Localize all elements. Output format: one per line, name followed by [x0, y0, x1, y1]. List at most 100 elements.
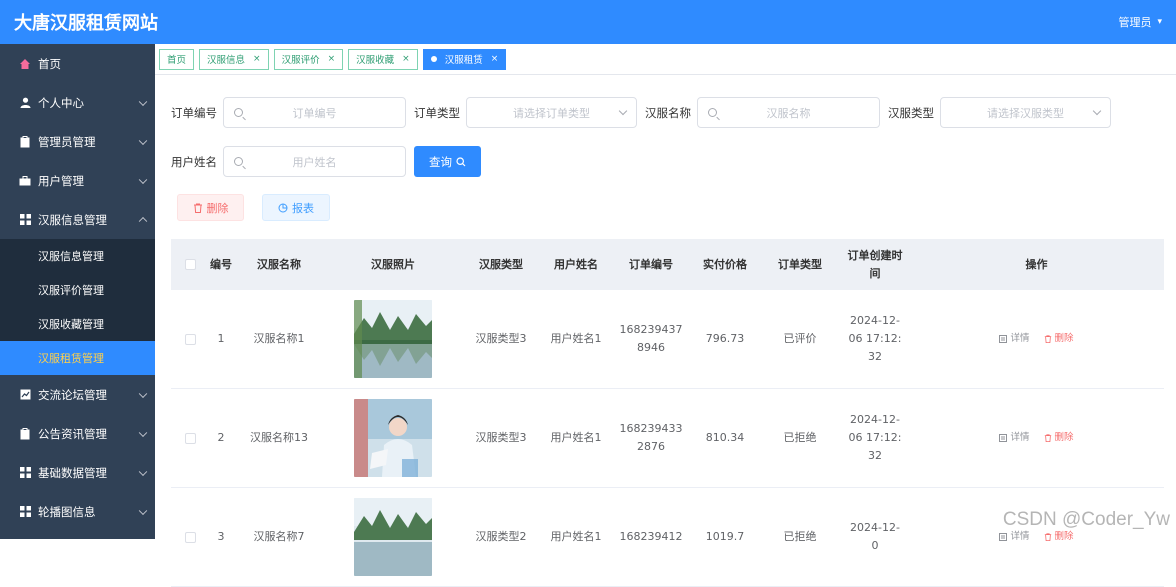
hanfu-name-label: 汉服名称	[645, 105, 691, 121]
delete-label: 删除	[1055, 429, 1074, 447]
cell-operations: 详情 删除	[909, 429, 1164, 447]
document-icon	[999, 533, 1007, 541]
chevron-down-icon	[139, 136, 147, 144]
sidebar-item-label: 基础数据管理	[38, 465, 107, 481]
chevron-down-icon	[139, 175, 147, 183]
cell-price: 796.73	[691, 330, 759, 348]
cell-photo	[325, 498, 461, 576]
tab-hanfu-info[interactable]: 汉服信息 ×	[199, 49, 269, 70]
sidebar-item-hanfu-info[interactable]: 汉服信息管理	[0, 200, 155, 239]
sidebar-item-label: 汉服信息管理	[38, 212, 107, 228]
row-checkbox[interactable]	[171, 334, 209, 345]
close-icon[interactable]: ×	[402, 54, 410, 64]
chevron-down-icon	[619, 107, 627, 115]
order-no-input[interactable]: 订单编号	[223, 97, 406, 128]
sidebar-item-forum[interactable]: 交流论坛管理	[0, 375, 155, 414]
delete-label: 删除	[1055, 330, 1074, 348]
sidebar-item-label: 首页	[38, 56, 61, 72]
search-icon	[708, 108, 717, 117]
cell-user: 用户姓名1	[541, 330, 611, 348]
chevron-up-icon	[139, 216, 147, 224]
user-menu[interactable]: 管理员 ▾	[1118, 14, 1162, 30]
close-icon[interactable]: ×	[491, 54, 499, 64]
home-icon	[18, 57, 32, 71]
delete-button[interactable]: 删除	[177, 194, 244, 221]
user-name-input[interactable]: 用户姓名	[223, 146, 406, 177]
tab-label: 汉服评价	[282, 52, 320, 66]
search-row-2: 用户姓名 用户姓名 查询	[171, 146, 481, 177]
site-title: 大唐汉服租赁网站	[14, 9, 158, 35]
query-label: 查询	[429, 154, 452, 170]
briefcase-icon	[18, 174, 32, 188]
sidebar-item-label: 个人中心	[38, 95, 84, 111]
select-all-checkbox[interactable]	[171, 259, 209, 270]
hanfu-type-label: 汉服类型	[888, 105, 934, 121]
search-row-1: 订单编号 订单编号 订单类型 请选择订单类型 汉服名称 汉服名称 汉服类型 请选…	[171, 97, 1111, 128]
active-dot-icon	[431, 56, 437, 62]
sidebar-subitem-hanfu-info[interactable]: 汉服信息管理	[0, 239, 155, 273]
cell-order-type: 已评价	[759, 330, 841, 348]
tab-home[interactable]: 首页	[159, 49, 194, 70]
tab-hanfu-review[interactable]: 汉服评价 ×	[274, 49, 344, 70]
detail-button[interactable]: 详情	[999, 330, 1029, 348]
cell-order-type: 已拒绝	[759, 429, 841, 447]
sidebar-subitem-hanfu-favorite[interactable]: 汉服收藏管理	[0, 307, 155, 341]
sidebar-item-notice[interactable]: 公告资讯管理	[0, 414, 155, 453]
chart-icon	[18, 388, 32, 402]
main-content: 订单编号 订单编号 订单类型 请选择订单类型 汉服名称 汉服名称 汉服类型 请选…	[155, 76, 1176, 539]
cell-name: 汉服名称1	[233, 330, 325, 348]
landscape-photo	[354, 498, 432, 576]
row-checkbox[interactable]	[171, 532, 209, 543]
sidebar-item-carousel[interactable]: 轮播图信息	[0, 492, 155, 531]
order-no-label: 订单编号	[171, 105, 217, 121]
document-icon	[999, 335, 1007, 343]
cell-order-no: 168239412	[611, 528, 691, 546]
sidebar-item-profile[interactable]: 个人中心	[0, 83, 155, 122]
order-type-select[interactable]: 请选择订单类型	[466, 97, 637, 128]
table-row: 3 汉服名称7 汉服类型2 用户姓名1 168239412 1019.7 已拒绝…	[171, 488, 1164, 587]
hanfu-name-input[interactable]: 汉服名称	[697, 97, 880, 128]
chevron-down-icon	[139, 97, 147, 105]
sidebar-item-label: 管理员管理	[38, 134, 96, 150]
cell-id: 2	[209, 429, 233, 447]
cell-created: 2024-12-0	[841, 519, 909, 555]
sidebar: 首页 个人中心 管理员管理 用户管理 汉服信息管理 汉服信息管理 汉服评价管理 …	[0, 44, 155, 539]
trash-icon	[1044, 533, 1052, 541]
trash-icon	[193, 203, 203, 213]
sidebar-subitem-hanfu-review[interactable]: 汉服评价管理	[0, 273, 155, 307]
detail-button[interactable]: 详情	[999, 429, 1029, 447]
cell-created: 2024-12-06 17:12:32	[841, 411, 909, 465]
column-header: 订单编号	[611, 256, 691, 274]
column-header: 操作	[909, 256, 1164, 274]
sidebar-item-users[interactable]: 用户管理	[0, 161, 155, 200]
sidebar-subitem-hanfu-rental[interactable]: 汉服租赁管理	[0, 341, 155, 375]
sidebar-item-home[interactable]: 首页	[0, 44, 155, 83]
column-header: 订单创建时间	[841, 247, 909, 283]
report-button[interactable]: 报表	[262, 194, 330, 221]
tab-hanfu-favorite[interactable]: 汉服收藏 ×	[348, 49, 418, 70]
hanfu-type-select[interactable]: 请选择汉服类型	[940, 97, 1111, 128]
column-header: 订单类型	[759, 256, 841, 274]
order-type-placeholder: 请选择订单类型	[513, 105, 590, 121]
close-icon[interactable]: ×	[328, 54, 336, 64]
column-header: 编号	[209, 256, 233, 274]
watermark: CSDN @Coder_Yw	[1003, 509, 1170, 531]
user-name-placeholder: 用户姓名	[293, 154, 337, 170]
sidebar-item-base-data[interactable]: 基础数据管理	[0, 453, 155, 492]
cell-order-type: 已拒绝	[759, 528, 841, 546]
column-header: 实付价格	[691, 256, 759, 274]
sidebar-item-admin[interactable]: 管理员管理	[0, 122, 155, 161]
row-delete-button[interactable]: 删除	[1044, 330, 1074, 348]
tab-hanfu-rental[interactable]: 汉服租赁 ×	[423, 49, 507, 70]
tab-label: 首页	[167, 52, 186, 66]
cell-user: 用户姓名1	[541, 429, 611, 447]
query-button[interactable]: 查询	[414, 146, 481, 177]
table-row: 1 汉服名称1 汉服类型3 用户姓名1 1682394378946 796.73…	[171, 290, 1164, 389]
top-header: 大唐汉服租赁网站 管理员 ▾	[0, 0, 1176, 44]
row-checkbox[interactable]	[171, 433, 209, 444]
close-icon[interactable]: ×	[253, 54, 261, 64]
clipboard-icon	[18, 427, 32, 441]
grid-icon	[18, 466, 32, 480]
delete-label: 删除	[207, 200, 229, 216]
row-delete-button[interactable]: 删除	[1044, 429, 1074, 447]
